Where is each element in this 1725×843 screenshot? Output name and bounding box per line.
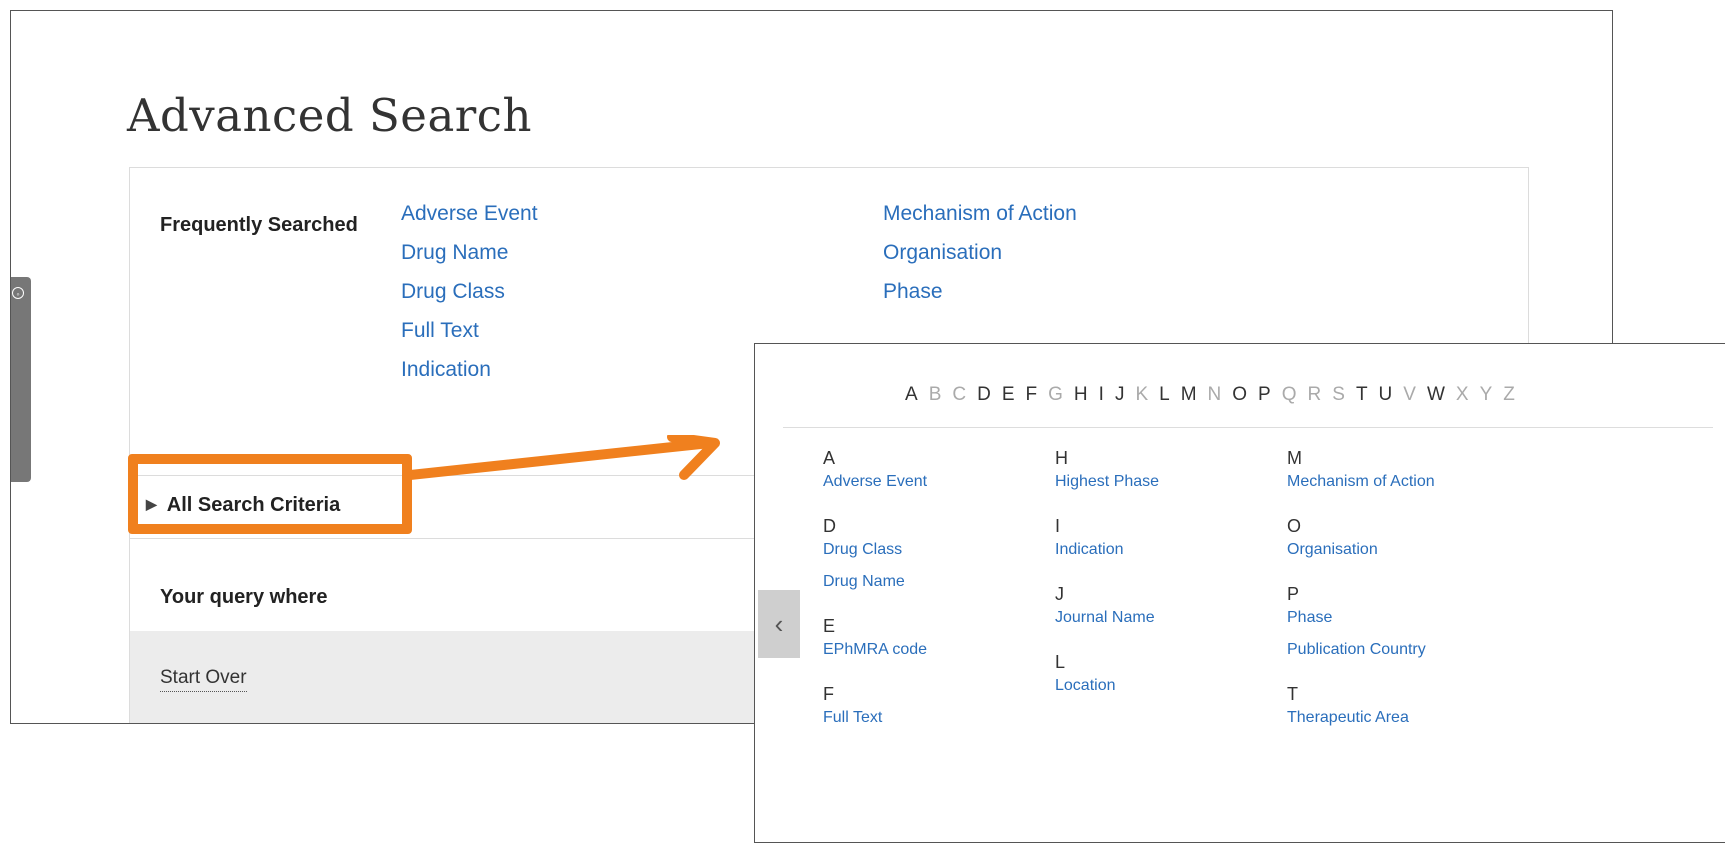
alphabet-letter-w[interactable]: W bbox=[1427, 384, 1445, 406]
letter-heading-l: L bbox=[1055, 652, 1066, 672]
alphabet-letter-k: K bbox=[1135, 384, 1149, 405]
alphabet-letter-x: X bbox=[1455, 384, 1469, 405]
page-title: Advanced Search bbox=[127, 89, 532, 142]
criteria-link-mechanism-of-action[interactable]: Mechanism of Action bbox=[1287, 473, 1435, 491]
freq-link-phase[interactable]: Phase bbox=[883, 280, 943, 304]
letter-heading-a: A bbox=[823, 448, 836, 468]
alphabet-letter-r: R bbox=[1307, 384, 1322, 405]
alphabet-letter-y: Y bbox=[1479, 384, 1493, 405]
alphabet-letter-z: Z bbox=[1503, 384, 1515, 405]
letter-heading-m: M bbox=[1287, 448, 1302, 468]
alphabet-letter-h[interactable]: H bbox=[1074, 384, 1088, 406]
freq-link-drug-name[interactable]: Drug Name bbox=[401, 241, 508, 265]
frequently-searched-label: Frequently Searched bbox=[160, 214, 358, 236]
criteria-highlight-box bbox=[128, 454, 412, 534]
side-panel-tab[interactable]: ◦ bbox=[11, 277, 31, 482]
criteria-link-therapeutic-area[interactable]: Therapeutic Area bbox=[1287, 709, 1409, 727]
alphabet-letter-q: Q bbox=[1281, 384, 1297, 405]
alphabet-letter-g: G bbox=[1048, 384, 1063, 405]
callout-arrow-head bbox=[667, 435, 720, 480]
alphabet-letter-p[interactable]: P bbox=[1258, 384, 1271, 406]
alphabet-letter-n: N bbox=[1207, 384, 1222, 405]
criteria-link-highest-phase[interactable]: Highest Phase bbox=[1055, 473, 1159, 491]
letter-heading-e: E bbox=[823, 616, 836, 636]
start-over-link[interactable]: Start Over bbox=[160, 667, 247, 692]
freq-link-indication[interactable]: Indication bbox=[401, 358, 491, 382]
alphabet-letter-m[interactable]: M bbox=[1181, 384, 1197, 406]
divider bbox=[783, 427, 1713, 428]
callout-arrow-shaft bbox=[410, 438, 715, 480]
alphabet-letter-j[interactable]: J bbox=[1115, 384, 1125, 406]
letter-heading-f: F bbox=[823, 684, 834, 704]
alphabet-letter-o[interactable]: O bbox=[1232, 384, 1247, 406]
callout-arrow-icon bbox=[410, 435, 720, 480]
alphabet-letter-a[interactable]: A bbox=[905, 384, 918, 406]
freq-link-mechanism-of-action[interactable]: Mechanism of Action bbox=[883, 202, 1077, 226]
criteria-link-drug-class[interactable]: Drug Class bbox=[823, 541, 902, 559]
alphabet-bar: ABCDEFGHIJKLMNOPQRSTUVWXYZ bbox=[755, 384, 1725, 406]
alphabet-letter-t[interactable]: T bbox=[1356, 384, 1368, 406]
criteria-link-organisation[interactable]: Organisation bbox=[1287, 541, 1378, 559]
letter-heading-j: J bbox=[1055, 584, 1064, 604]
criteria-link-publication-country[interactable]: Publication Country bbox=[1287, 641, 1426, 659]
letter-heading-h: H bbox=[1055, 448, 1068, 468]
letter-heading-p: P bbox=[1287, 584, 1300, 604]
freq-link-organisation[interactable]: Organisation bbox=[883, 241, 1002, 265]
letter-heading-t: T bbox=[1287, 684, 1298, 704]
letter-heading-i: I bbox=[1055, 516, 1061, 536]
all-criteria-popup: ABCDEFGHIJKLMNOPQRSTUVWXYZ ‹ A Adverse E… bbox=[754, 343, 1725, 843]
criteria-link-full-text[interactable]: Full Text bbox=[823, 709, 882, 727]
chevron-left-icon[interactable]: ‹ bbox=[758, 590, 800, 658]
freq-link-drug-class[interactable]: Drug Class bbox=[401, 280, 505, 304]
criteria-link-adverse-event[interactable]: Adverse Event bbox=[823, 473, 927, 491]
criteria-link-journal-name[interactable]: Journal Name bbox=[1055, 609, 1155, 627]
settings-circle-icon[interactable]: ◦ bbox=[12, 287, 24, 299]
alphabet-letter-v: V bbox=[1403, 384, 1416, 405]
alphabet-letter-i[interactable]: I bbox=[1099, 384, 1104, 406]
freq-link-adverse-event[interactable]: Adverse Event bbox=[401, 202, 538, 226]
letter-heading-d: D bbox=[823, 516, 836, 536]
criteria-link-indication[interactable]: Indication bbox=[1055, 541, 1124, 559]
alphabet-letter-l[interactable]: L bbox=[1159, 384, 1170, 406]
letter-heading-o: O bbox=[1287, 516, 1302, 536]
criteria-link-drug-name[interactable]: Drug Name bbox=[823, 573, 905, 591]
alphabet-letter-e[interactable]: E bbox=[1002, 384, 1015, 406]
alphabet-letter-d[interactable]: D bbox=[977, 384, 991, 406]
alphabet-letter-b: B bbox=[928, 384, 942, 405]
criteria-link-phase[interactable]: Phase bbox=[1287, 609, 1332, 627]
freq-link-full-text[interactable]: Full Text bbox=[401, 319, 479, 343]
alphabet-letter-f[interactable]: F bbox=[1026, 384, 1038, 406]
alphabet-letter-c: C bbox=[952, 384, 967, 405]
alphabet-letter-s: S bbox=[1332, 384, 1345, 405]
criteria-link-location[interactable]: Location bbox=[1055, 677, 1116, 695]
query-label: Your query where bbox=[160, 586, 328, 608]
alphabet-letter-u[interactable]: U bbox=[1379, 384, 1393, 406]
criteria-link-ephmra-code[interactable]: EPhMRA code bbox=[823, 641, 927, 659]
